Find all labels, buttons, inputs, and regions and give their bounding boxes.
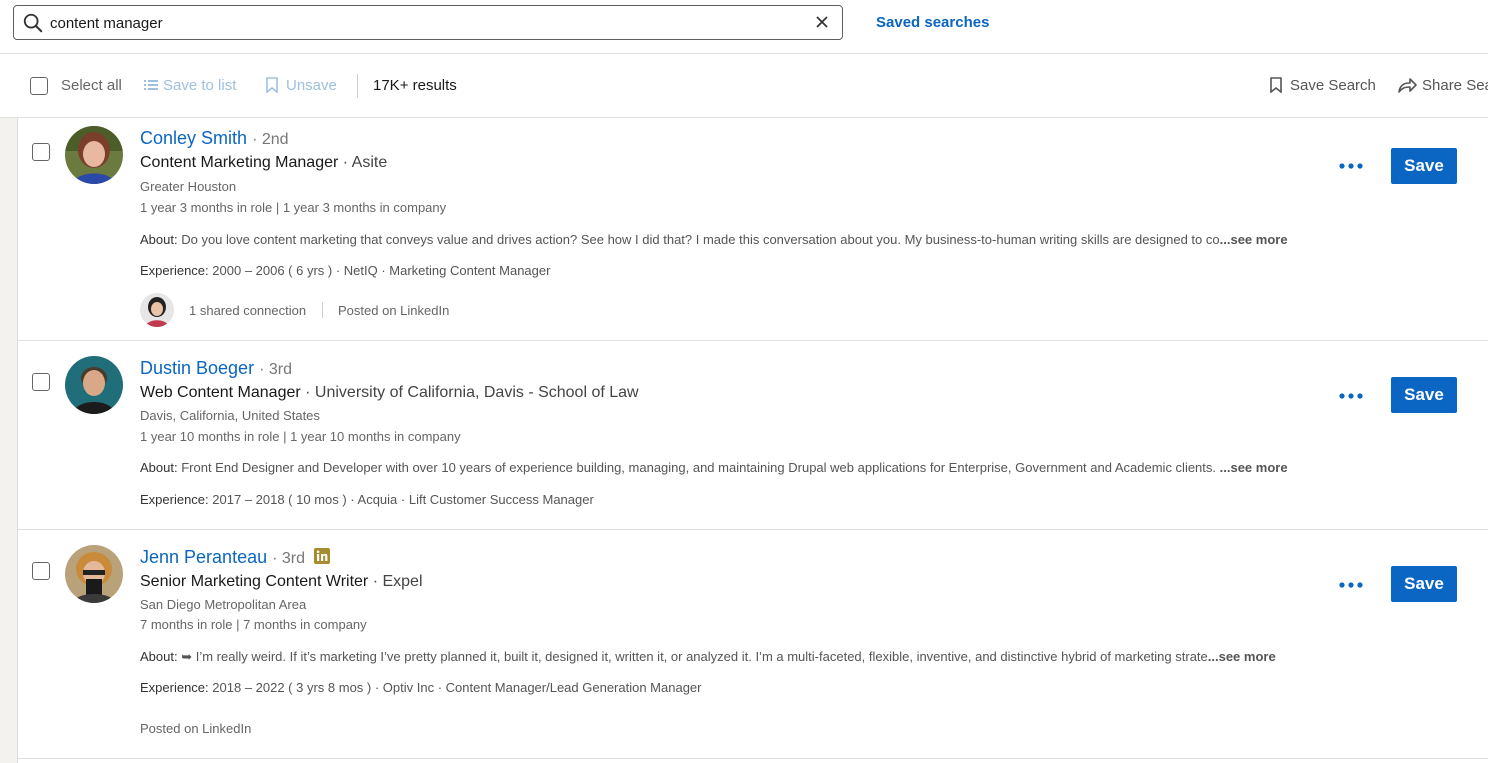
see-more-link[interactable]: ...see more — [1220, 232, 1288, 247]
about-text: About: ➥ I’m really weird. If it’s marke… — [140, 649, 1276, 665]
location: San Diego Metropolitan Area — [140, 597, 307, 612]
company-name: · University of California, Davis - Scho… — [305, 384, 639, 401]
save-lead-button[interactable]: Save — [1391, 566, 1457, 602]
name-line: Dustin Boeger · 3rd — [140, 358, 292, 379]
avatar[interactable] — [65, 356, 123, 414]
save-lead-button[interactable]: Save — [1391, 148, 1457, 184]
result-card: Dustin Boeger · 3rd Web Content Manager … — [18, 341, 1488, 530]
experience: Experience: 2017 – 2018 ( 10 mos ) · Acq… — [140, 492, 594, 507]
select-all-checkbox[interactable] — [30, 77, 48, 95]
list-icon — [144, 80, 158, 90]
left-gutter — [0, 118, 17, 763]
result-checkbox[interactable] — [32, 562, 50, 580]
more-options-icon[interactable] — [1336, 386, 1366, 406]
experience-body: 2000 – 2006 ( 6 yrs ) · NetIQ · Marketin… — [212, 263, 551, 278]
results-list: Conley Smith · 2nd Content Marketing Man… — [17, 118, 1488, 763]
about-text: About: Front End Designer and Developer … — [140, 460, 1288, 475]
experience-body: 2017 – 2018 ( 10 mos ) · Acquia · Lift C… — [212, 492, 594, 507]
save-lead-button[interactable]: Save — [1391, 377, 1457, 413]
location: Greater Houston — [140, 179, 237, 194]
experience: Experience: 2000 – 2006 ( 6 yrs ) · NetI… — [140, 263, 550, 278]
close-icon[interactable] — [814, 14, 830, 30]
tenure: 1 year 3 months in role | 1 year 3 month… — [140, 200, 447, 215]
search-header: Saved searches — [0, 0, 1488, 54]
result-card: Conley Smith · 2nd Content Marketing Man… — [18, 118, 1488, 341]
experience-body: 2018 – 2022 ( 3 yrs 8 mos ) · Optiv Inc … — [212, 680, 702, 695]
result-checkbox[interactable] — [32, 373, 50, 391]
linkedin-icon — [314, 548, 331, 564]
company-name: · Asite — [342, 154, 388, 171]
profile-name-link[interactable]: Conley Smith — [140, 128, 247, 148]
search-box[interactable] — [13, 5, 843, 40]
about-label: About: — [140, 649, 178, 664]
bookmark-icon — [1270, 77, 1282, 93]
about-label: About: — [140, 232, 178, 247]
job-title: Web Content Manager — [140, 384, 301, 401]
result-checkbox[interactable] — [32, 143, 50, 161]
posted-on-linkedin: Posted on LinkedIn — [338, 303, 450, 318]
name-line: Jenn Peranteau · 3rd — [140, 547, 331, 568]
see-more-link[interactable]: ...see more — [1208, 649, 1276, 664]
posted-on-linkedin: Posted on LinkedIn — [140, 721, 252, 736]
about-label: About: — [140, 460, 178, 475]
about-body: Do you love content marketing that conve… — [181, 232, 1220, 247]
share-icon — [1398, 78, 1417, 93]
shared-connection-row: 1 shared connection Posted on LinkedIn — [140, 293, 480, 327]
job-title: Content Marketing Manager — [140, 154, 339, 171]
shared-connection-link[interactable]: 1 shared connection — [189, 303, 306, 318]
unsave-button[interactable]: Unsave — [286, 77, 337, 94]
more-options-icon[interactable] — [1336, 575, 1366, 595]
result-card: Jenn Peranteau · 3rd Senior Marketing Co… — [18, 530, 1488, 759]
about-body: ➥ I’m really weird. If it’s marketing I’… — [181, 649, 1208, 664]
search-input[interactable] — [50, 11, 790, 35]
experience: Experience: 2018 – 2022 ( 3 yrs 8 mos ) … — [140, 680, 702, 695]
share-search-button[interactable]: Share Search — [1422, 77, 1488, 94]
connection-degree: · 3rd — [259, 361, 292, 378]
experience-label: Experience: — [140, 680, 209, 695]
name-line: Conley Smith · 2nd — [140, 128, 289, 149]
headline: Senior Marketing Content Writer · Expel — [140, 573, 423, 591]
tenure: 7 months in role | 7 months in company — [140, 617, 367, 632]
headline: Web Content Manager · University of Cali… — [140, 384, 639, 402]
bookmark-icon — [266, 77, 278, 93]
location: Davis, California, United States — [140, 408, 320, 423]
toolbar-divider — [357, 74, 358, 98]
company-name: · Expel — [372, 573, 423, 590]
about-text: About: Do you love content marketing tha… — [140, 232, 1288, 247]
see-more-link[interactable]: ...see more — [1220, 460, 1288, 475]
connection-degree: · 2nd — [252, 131, 289, 148]
tenure: 1 year 10 months in role | 1 year 10 mon… — [140, 429, 461, 444]
avatar[interactable] — [65, 545, 123, 603]
connection-degree: · 3rd — [272, 550, 306, 567]
search-icon — [23, 13, 43, 33]
divider — [322, 302, 323, 318]
about-body: Front End Designer and Developer with ov… — [181, 460, 1220, 475]
results-toolbar: Select all Save to list Unsave 17K+ resu… — [0, 54, 1488, 118]
shared-connection-avatar[interactable] — [140, 293, 174, 327]
select-all-label[interactable]: Select all — [61, 77, 122, 94]
save-search-button[interactable]: Save Search — [1290, 77, 1376, 94]
more-options-icon[interactable] — [1336, 156, 1366, 176]
save-to-list-button[interactable]: Save to list — [163, 77, 236, 94]
job-title: Senior Marketing Content Writer — [140, 573, 369, 590]
headline: Content Marketing Manager · Asite — [140, 154, 387, 172]
experience-label: Experience: — [140, 492, 209, 507]
saved-searches-link[interactable]: Saved searches — [876, 14, 989, 31]
profile-name-link[interactable]: Jenn Peranteau — [140, 547, 267, 567]
profile-name-link[interactable]: Dustin Boeger — [140, 358, 254, 378]
avatar[interactable] — [65, 126, 123, 184]
results-count: 17K+ results — [373, 77, 457, 94]
experience-label: Experience: — [140, 263, 209, 278]
